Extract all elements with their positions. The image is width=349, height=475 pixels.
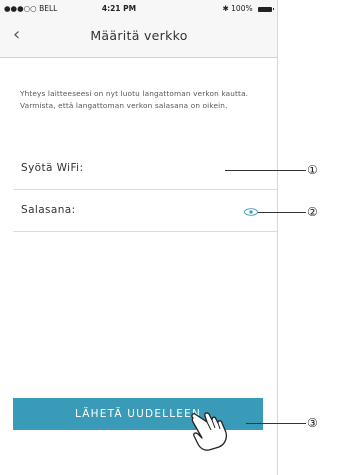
- callout-1: ①: [307, 163, 318, 177]
- status-bar: ●●●○○ BELL 4:21 PM ✱ 100%: [0, 0, 278, 16]
- password-label: Salasana:: [21, 204, 76, 216]
- callout-line-1: [225, 170, 306, 171]
- page-title: Määritä verkko: [90, 28, 188, 43]
- callout-2: ②: [307, 205, 318, 219]
- callout-line-2: [258, 212, 306, 213]
- battery-percent: 100%: [231, 4, 253, 13]
- status-time: 4:21 PM: [101, 4, 137, 13]
- wifi-field[interactable]: Syötä WiFi:: [0, 162, 278, 190]
- password-field[interactable]: Salasana:: [0, 204, 278, 232]
- battery-status: ✱ 100%: [222, 4, 274, 13]
- bluetooth-icon: ✱: [222, 4, 229, 13]
- battery-icon: [258, 6, 274, 12]
- phone-screen: ●●●○○ BELL 4:21 PM ✱ 100% ‹ Määritä verk…: [0, 0, 278, 475]
- callout-line-3: [246, 423, 306, 424]
- password-field-underline: [13, 231, 278, 232]
- wifi-label: Syötä WiFi:: [21, 162, 84, 174]
- intro-text: Yhteys laitteeseesi on nyt luotu langatt…: [20, 89, 249, 110]
- callout-3: ③: [307, 416, 318, 430]
- pointing-hand-icon: [191, 412, 227, 451]
- eye-icon[interactable]: [244, 208, 258, 216]
- navigation-bar: ‹ Määritä verkko: [0, 16, 278, 58]
- wifi-field-underline: [13, 189, 278, 190]
- phone-edge: [277, 0, 278, 475]
